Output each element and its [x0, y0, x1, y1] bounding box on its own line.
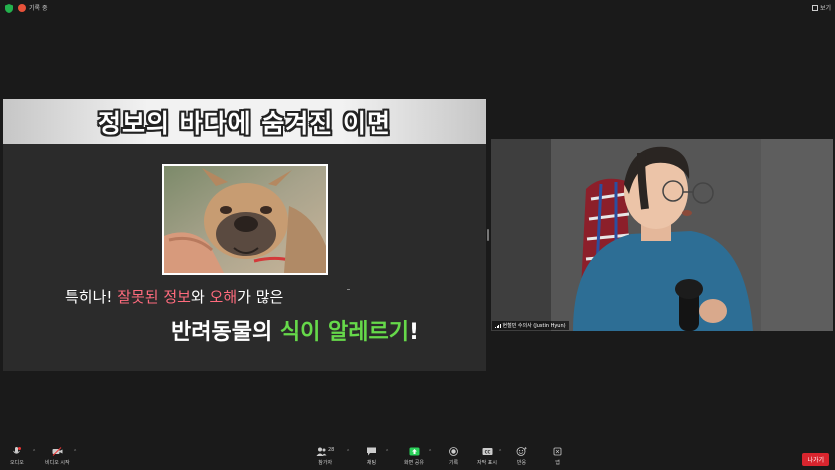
video-off-icon [52, 447, 63, 456]
start-video-label: 비디오 시작 [45, 460, 70, 466]
share-screen-label: 화면 공유 [404, 460, 424, 466]
line1-part-1: 특히나! [65, 288, 118, 306]
line1-highlight-misunderstanding: 오해 [209, 288, 238, 306]
line1-part-3: 와 [190, 288, 210, 306]
top-bar: 기록 중 보기 [0, 0, 835, 16]
closed-captions-icon: CC [482, 448, 492, 455]
split-resize-handle[interactable] [487, 229, 489, 241]
slide-line-1: 특히나! 잘못된 정보와 오해가 많은 [65, 286, 283, 307]
apps-label: 앱 [555, 460, 560, 466]
participants-label: 참가자 [318, 460, 333, 466]
meeting-toolbar: 오디오 ⌃ 비디오 시작 ⌃ 28 참가자 ⌃ 채팅 ⌃ 화면 공유 ⌃ 기록 … [0, 443, 835, 470]
audio-options-chevron-icon[interactable]: ⌃ [32, 449, 36, 455]
chat-bubble-icon [367, 447, 376, 456]
video-options-chevron-icon[interactable]: ⌃ [73, 449, 77, 455]
recording-label: 기록 중 [29, 5, 48, 12]
show-captions-label: 자막 표시 [477, 460, 497, 466]
line2-part-3: ! [408, 320, 420, 345]
participant-name-tag: 현철민 수의사 (Justin Hyun) [492, 321, 569, 330]
microphone-muted-icon [13, 447, 22, 454]
audio-button[interactable]: 오디오 [10, 447, 24, 466]
share-screen-icon [409, 447, 419, 456]
chat-options-chevron-icon[interactable]: ⌃ [385, 449, 389, 455]
reactions-label: 반응 [516, 460, 527, 466]
chat-label: 채팅 [366, 460, 377, 466]
view-button[interactable]: 보기 [811, 3, 831, 12]
slide-line-2: 반려동물의 식이 알레르기! [171, 314, 419, 346]
slide-title: 정보의 바다에 숨겨진 이면 [97, 108, 392, 138]
participants-options-chevron-icon[interactable]: ⌃ [346, 449, 350, 455]
participants-icon-group: 28 [316, 447, 334, 456]
record-icon [449, 447, 458, 456]
reactions-button[interactable]: 반응 [516, 447, 527, 466]
participants-button[interactable]: 28 참가자 [316, 447, 334, 466]
view-label: 보기 [819, 5, 831, 12]
signal-strength-icon [495, 323, 501, 328]
line1-part-5: 가 많은 [237, 288, 284, 306]
apps-icon [553, 447, 562, 456]
participant-video-image [491, 139, 833, 331]
slide-mark [347, 289, 350, 290]
svg-text:CC: CC [484, 450, 490, 455]
reaction-emoji-icon [516, 447, 527, 456]
audio-label: 오디오 [10, 460, 24, 466]
line2-part-1: 반려동물의 [171, 320, 280, 345]
grid-view-icon [811, 4, 818, 11]
share-options-chevron-icon[interactable]: ⌃ [428, 449, 432, 455]
leave-button[interactable]: 나가기 [802, 453, 829, 466]
french-bulldog-photo [164, 166, 326, 273]
participants-icon [316, 447, 327, 456]
record-label: 기록 [448, 460, 459, 466]
participant-video-tile[interactable]: 현철민 수의사 (Justin Hyun) [491, 139, 833, 331]
start-video-button[interactable]: 비디오 시작 [45, 447, 70, 466]
chat-button[interactable]: 채팅 [366, 447, 377, 466]
line1-highlight-misinformation: 잘못된 정보 [117, 288, 191, 306]
share-screen-button[interactable]: 화면 공유 [404, 447, 424, 466]
show-captions-button[interactable]: CC 자막 표시 [477, 447, 497, 466]
record-button[interactable]: 기록 [448, 447, 459, 466]
participants-count: 28 [328, 447, 335, 453]
slide-photo-frame [162, 164, 328, 275]
recording-icon [18, 4, 26, 12]
captions-options-chevron-icon[interactable]: ⌃ [498, 449, 502, 455]
line2-highlight-food-allergy: 식이 알레르기 [279, 320, 409, 345]
shared-screen-slide: 정보의 바다에 숨겨진 이면 특히나! 잘못된 정보와 오해가 많은 반려동물의… [3, 99, 486, 371]
apps-button[interactable]: 앱 [552, 447, 563, 466]
slide-title-banner: 정보의 바다에 숨겨진 이면 [3, 99, 486, 144]
participant-name: 현철민 수의사 (Justin Hyun) [502, 323, 566, 329]
security-shield-icon[interactable] [5, 4, 13, 13]
